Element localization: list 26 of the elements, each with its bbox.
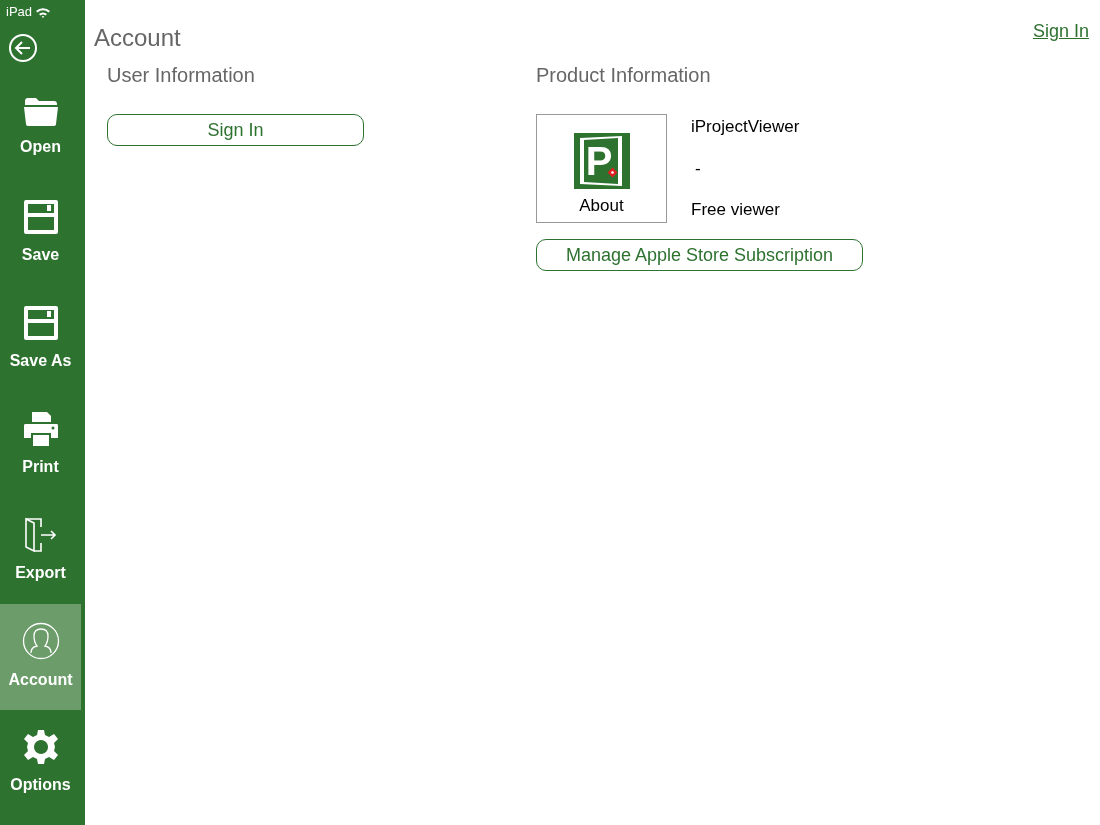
sidebar-item[interactable]: Account: [0, 604, 81, 710]
device-name: iPad: [6, 3, 33, 22]
door-arrow-icon: [22, 517, 59, 553]
app-logo-icon: P: [573, 132, 630, 189]
sign-in-link[interactable]: Sign In: [1032, 18, 1089, 45]
person-circle-icon: [21, 622, 60, 660]
app-version: -: [694, 157, 702, 180]
sidebar-item[interactable]: Options: [0, 710, 81, 816]
back-button[interactable]: [8, 33, 38, 63]
section-heading: Product Information: [536, 63, 712, 88]
sidebar-item[interactable]: Export: [0, 498, 81, 604]
gear-icon: [22, 729, 59, 765]
sidebar-item[interactable]: Print: [0, 392, 81, 498]
sidebar-item[interactable]: Open: [0, 74, 81, 180]
sidebar-item[interactable]: Save As: [0, 286, 81, 392]
page-title: Account: [94, 23, 181, 53]
app-edition: Free viewer: [691, 199, 781, 221]
manage-subscription-button[interactable]: Manage Apple Store Subscription: [536, 239, 863, 271]
wifi-icon: [36, 6, 51, 18]
about-button[interactable]: P About: [536, 114, 667, 223]
section-heading: User Information: [107, 63, 256, 88]
sign-in-button[interactable]: Sign In: [107, 114, 364, 146]
sidebar-item[interactable]: Save: [0, 180, 81, 286]
folder-icon: [22, 95, 59, 127]
printer-icon: [22, 411, 59, 447]
app-name: iProjectViewer: [691, 116, 800, 138]
